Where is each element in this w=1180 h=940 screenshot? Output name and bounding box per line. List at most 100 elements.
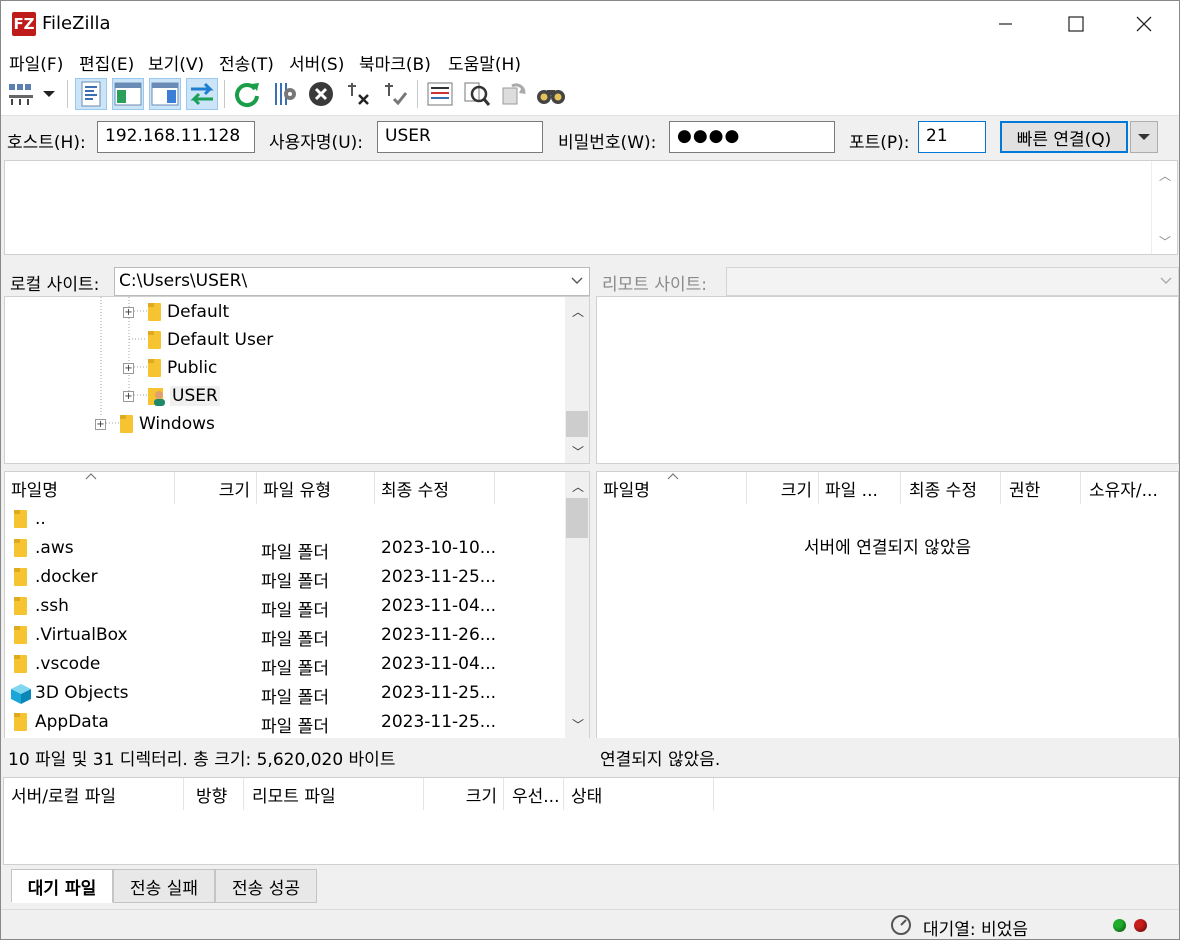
file-row[interactable]: AppData 파일 폴더 2023-11-25... bbox=[5, 708, 565, 737]
user-folder-icon bbox=[148, 388, 165, 406]
expand-icon[interactable]: + bbox=[95, 418, 106, 430]
toolbar-separator bbox=[67, 80, 68, 108]
directory-listing-filters-icon[interactable] bbox=[424, 78, 456, 110]
sort-ascending-icon bbox=[85, 473, 97, 480]
site-manager-dropdown-icon[interactable] bbox=[39, 78, 59, 110]
local-tree-icon[interactable] bbox=[112, 78, 144, 110]
file-row[interactable]: .. bbox=[5, 505, 565, 534]
scroll-down-icon[interactable]: ﹀ bbox=[565, 712, 591, 736]
file-modified: 2023-11-26... bbox=[381, 625, 497, 645]
file-modified: 2023-10-10... bbox=[381, 538, 497, 558]
scroll-up-icon[interactable]: ︿ bbox=[565, 474, 591, 498]
remote-directory-tree[interactable] bbox=[596, 296, 1179, 464]
filelist-scrollbar[interactable]: ︿ ﹀ bbox=[565, 472, 589, 738]
tab-successful-transfers[interactable]: 전송 성공 bbox=[215, 869, 317, 903]
file-row[interactable]: .vscode 파일 폴더 2023-11-04... bbox=[5, 650, 565, 679]
column-header-filename[interactable]: 파일명 bbox=[597, 472, 747, 504]
tree-item-user[interactable]: + USER bbox=[123, 382, 220, 410]
file-row[interactable]: 3D Objects 파일 폴더 2023-11-25... bbox=[5, 679, 565, 708]
file-row[interactable]: .VirtualBox 파일 폴더 2023-11-26... bbox=[5, 621, 565, 650]
local-path-text: C:\Users\USER\ bbox=[119, 271, 248, 291]
host-input[interactable]: 192.168.11.128 bbox=[97, 121, 255, 153]
queue-column-status[interactable]: 상태 bbox=[564, 778, 714, 810]
tree-item-public[interactable]: + Public bbox=[123, 354, 217, 382]
scroll-up-icon[interactable]: ︿ bbox=[1152, 163, 1178, 187]
expand-icon[interactable]: + bbox=[123, 362, 134, 374]
remote-path-input[interactable] bbox=[726, 267, 1179, 296]
scrollbar-thumb[interactable] bbox=[566, 411, 588, 437]
local-directory-tree[interactable]: + Default Default User + Public + USER +… bbox=[4, 296, 590, 464]
local-file-list[interactable]: 파일명 크기 파일 유형 최종 수정 .. .aws 파일 폴더 2023-10-10… bbox=[4, 471, 590, 739]
transfer-queue-icon[interactable] bbox=[186, 78, 218, 110]
queue-column-priority[interactable]: 우선... bbox=[504, 778, 564, 810]
tree-item-default[interactable]: + Default bbox=[123, 298, 229, 326]
tree-scrollbar[interactable]: ︿ ﹀ bbox=[565, 297, 589, 463]
queue-column-size[interactable]: 크기 bbox=[424, 778, 504, 810]
menu-transfer[interactable]: 전송(T) bbox=[219, 50, 274, 75]
menu-help[interactable]: 도움말(H) bbox=[448, 50, 521, 75]
tree-item-default-user[interactable]: Default User bbox=[148, 326, 273, 354]
compare-directories-icon[interactable] bbox=[461, 78, 493, 110]
column-header-size[interactable]: 크기 bbox=[747, 472, 819, 504]
menu-file[interactable]: 파일(F) bbox=[9, 50, 63, 75]
queue-column-direction[interactable]: 방향 bbox=[184, 778, 244, 810]
chevron-down-icon[interactable] bbox=[571, 277, 583, 285]
scroll-up-icon[interactable]: ︿ bbox=[565, 299, 591, 323]
filezilla-app-icon: FZ bbox=[12, 12, 36, 36]
column-header-size[interactable]: 크기 bbox=[175, 472, 257, 504]
host-label: 호스트(H): bbox=[7, 133, 86, 153]
local-path-input[interactable]: C:\Users\USER\ bbox=[114, 267, 590, 296]
password-input[interactable]: ●●●● bbox=[669, 121, 835, 153]
quickconnect-button[interactable]: 빠른 연결(Q) bbox=[1000, 121, 1128, 153]
menu-bookmarks[interactable]: 북마크(B) bbox=[359, 50, 431, 75]
queue-column-remote-file[interactable]: 리모트 파일 bbox=[244, 778, 424, 810]
speed-limit-icon[interactable] bbox=[890, 914, 912, 936]
minimize-button[interactable] bbox=[971, 1, 1041, 46]
scroll-down-icon[interactable]: ﹀ bbox=[565, 439, 591, 463]
expand-icon[interactable]: + bbox=[123, 306, 134, 318]
tab-failed-transfers[interactable]: 전송 실패 bbox=[113, 869, 215, 903]
column-header-filetype[interactable]: 파일 ... bbox=[819, 472, 901, 504]
quickconnect-dropdown-button[interactable] bbox=[1130, 121, 1158, 153]
message-log[interactable]: ︿ ﹀ bbox=[4, 160, 1178, 255]
message-log-icon[interactable] bbox=[75, 78, 107, 110]
menu-edit[interactable]: 편집(E) bbox=[79, 50, 134, 75]
tab-queued-files[interactable]: 대기 파일 bbox=[11, 869, 113, 903]
file-row[interactable]: .ssh 파일 폴더 2023-11-04... bbox=[5, 592, 565, 621]
maximize-button[interactable] bbox=[1041, 1, 1111, 46]
queue-column-local-file[interactable]: 서버/로컬 파일 bbox=[4, 778, 184, 810]
column-header-filename[interactable]: 파일명 bbox=[5, 472, 175, 504]
sync-browsing-icon[interactable] bbox=[498, 78, 530, 110]
refresh-icon[interactable] bbox=[231, 78, 263, 110]
disconnect-icon[interactable] bbox=[342, 78, 374, 110]
menu-server[interactable]: 서버(S) bbox=[289, 50, 344, 75]
search-files-icon[interactable] bbox=[535, 78, 567, 110]
remote-site-label: 리모트 사이트: bbox=[602, 275, 707, 295]
file-row[interactable]: .aws 파일 폴더 2023-10-10... bbox=[5, 534, 565, 563]
scroll-down-icon[interactable]: ﹀ bbox=[1152, 229, 1178, 253]
file-row[interactable]: .docker 파일 폴더 2023-11-25... bbox=[5, 563, 565, 592]
username-input[interactable]: USER bbox=[377, 121, 543, 153]
log-scrollbar[interactable]: ︿ ﹀ bbox=[1151, 161, 1177, 254]
remote-tree-icon[interactable] bbox=[149, 78, 181, 110]
close-button[interactable] bbox=[1109, 1, 1179, 46]
expand-icon[interactable]: + bbox=[123, 390, 134, 402]
menu-view[interactable]: 보기(V) bbox=[148, 50, 204, 75]
column-header-modified[interactable]: 최종 수정 bbox=[901, 472, 1001, 504]
tree-item-label: Default User bbox=[167, 330, 274, 350]
column-header-filetype[interactable]: 파일 유형 bbox=[257, 472, 375, 504]
column-header-permissions[interactable]: 권한 bbox=[1001, 472, 1081, 504]
column-header-owner[interactable]: 소유자/... bbox=[1081, 472, 1178, 504]
cancel-icon[interactable] bbox=[305, 78, 337, 110]
transfer-queue[interactable]: 서버/로컬 파일 방향 리모트 파일 크기 우선... 상태 bbox=[3, 777, 1179, 865]
port-label: 포트(P): bbox=[849, 133, 910, 153]
reconnect-icon[interactable] bbox=[379, 78, 411, 110]
column-header-modified[interactable]: 최종 수정 bbox=[375, 472, 495, 504]
scrollbar-thumb[interactable] bbox=[566, 498, 588, 538]
process-queue-icon[interactable] bbox=[268, 78, 300, 110]
folder-icon bbox=[120, 415, 133, 433]
port-input[interactable]: 21 bbox=[918, 121, 986, 153]
remote-file-list[interactable]: 파일명 크기 파일 ... 최종 수정 권한 소유자/... 서버에 연결되지 … bbox=[596, 471, 1179, 739]
tree-item-windows[interactable]: + Windows bbox=[95, 410, 215, 438]
site-manager-icon[interactable] bbox=[5, 78, 37, 110]
